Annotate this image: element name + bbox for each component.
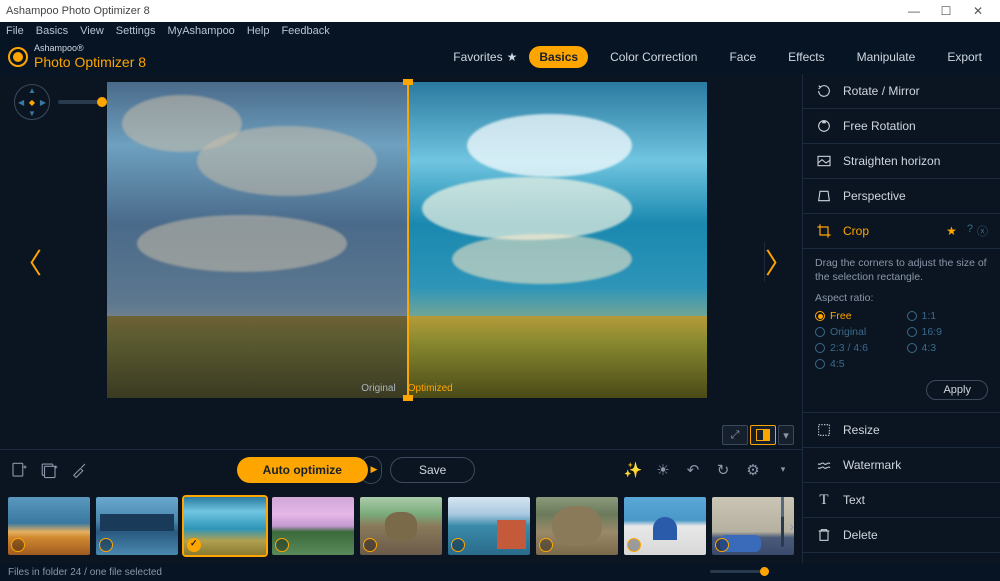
zoom-slider[interactable] (58, 100, 104, 104)
ratio-1-1[interactable]: 1:1 (907, 310, 989, 322)
ratio-4-5[interactable]: 4:5 (815, 358, 897, 370)
thumbnail[interactable] (8, 497, 90, 555)
thumbnail-strip: › (0, 489, 802, 563)
tab-face[interactable]: Face (719, 46, 766, 68)
ratio-free[interactable]: Free (815, 310, 897, 322)
menu-feedback[interactable]: Feedback (281, 25, 329, 37)
status-text: Files in folder 24 / one file selected (8, 567, 162, 578)
image-compare[interactable]: Original Optimized (107, 82, 707, 398)
ratio-4-3[interactable]: 4:3 (907, 342, 989, 354)
add-folder-icon[interactable] (38, 459, 60, 481)
aspect-ratio-label: Aspect ratio: (815, 292, 988, 304)
menu-file[interactable]: File (6, 25, 24, 37)
menu-basics[interactable]: Basics (36, 25, 68, 37)
window-titlebar: Ashampoo Photo Optimizer 8 ― ☐ ✕ (0, 0, 1000, 22)
thumb-zoom-slider[interactable] (710, 570, 766, 573)
crop-hint: Drag the corners to adjust the size of t… (815, 257, 988, 284)
tab-basics[interactable]: Basics (529, 46, 588, 68)
original-image (107, 82, 407, 398)
logo: Ashampoo® Photo Optimizer 8 (8, 44, 146, 70)
logo-icon (8, 47, 28, 67)
thumb-scroll-right[interactable]: › (789, 518, 794, 534)
gear-icon[interactable]: ⚙ (742, 459, 764, 481)
fullscreen-icon[interactable]: ⤢ (722, 425, 748, 445)
next-image-button[interactable]: 〉 (764, 242, 788, 282)
ratio-16-9[interactable]: 16:9 (907, 326, 989, 338)
tab-manipulate[interactable]: Manipulate (847, 46, 926, 68)
wand-icon[interactable]: ✨ (622, 459, 644, 481)
preview-area: ▲▼◀▶ 〈 〉 (0, 74, 802, 449)
minimize-button[interactable]: ― (898, 0, 930, 22)
split-view-icon[interactable] (750, 425, 776, 445)
optimized-image (407, 82, 707, 398)
tool-text[interactable]: T Text (803, 483, 1000, 518)
delete-icon (815, 526, 833, 544)
star-icon[interactable]: ★ (946, 224, 957, 238)
thumbnail[interactable] (624, 497, 706, 555)
rotate-icon (815, 82, 833, 100)
auto-optimize-button[interactable]: Auto optimize (237, 457, 368, 483)
brush-icon[interactable] (68, 459, 90, 481)
thumbnail[interactable] (448, 497, 530, 555)
star-icon: ★ (507, 50, 518, 64)
app-header: Ashampoo® Photo Optimizer 8 Favorites★ B… (0, 40, 1000, 74)
tab-effects[interactable]: Effects (778, 46, 834, 68)
menu-settings[interactable]: Settings (116, 25, 156, 37)
ratio-original[interactable]: Original (815, 326, 897, 338)
close-icon[interactable]: ⓧ (977, 223, 988, 239)
apply-button[interactable]: Apply (926, 380, 988, 400)
maximize-button[interactable]: ☐ (930, 0, 962, 22)
crop-icon (815, 222, 833, 240)
tool-delete[interactable]: Delete (803, 518, 1000, 553)
action-toolbar: Auto optimize ▶ Save ✨ ☀ ↶ ↻ ⚙ ▾ (0, 449, 802, 489)
brightness-icon[interactable]: ☀ (652, 459, 674, 481)
help-icon[interactable]: ? (967, 223, 973, 239)
tool-straighten-horizon[interactable]: Straighten horizon (803, 144, 1000, 179)
compare-slider[interactable] (407, 82, 409, 398)
close-button[interactable]: ✕ (962, 0, 994, 22)
brand-title: Photo Optimizer 8 (34, 54, 146, 70)
text-icon: T (815, 491, 833, 509)
menu-bar: File Basics View Settings MyAshampoo Hel… (0, 22, 1000, 40)
menu-view[interactable]: View (80, 25, 104, 37)
add-file-icon[interactable] (8, 459, 30, 481)
menu-myashampoo[interactable]: MyAshampoo (168, 25, 235, 37)
thumbnail[interactable] (536, 497, 618, 555)
thumbnail[interactable] (96, 497, 178, 555)
pan-control[interactable]: ▲▼◀▶ (14, 84, 50, 120)
window-title: Ashampoo Photo Optimizer 8 (6, 5, 150, 17)
tab-color-correction[interactable]: Color Correction (600, 46, 707, 68)
compare-labels: Original Optimized (361, 383, 452, 394)
redo-icon[interactable]: ↻ (712, 459, 734, 481)
prev-image-button[interactable]: 〈 (14, 242, 38, 282)
resize-icon (815, 421, 833, 439)
tab-export[interactable]: Export (937, 46, 992, 68)
menu-help[interactable]: Help (247, 25, 270, 37)
brand-sub: Ashampoo® (34, 44, 146, 54)
thumb-vscroll[interactable] (781, 497, 784, 547)
favorites-link[interactable]: Favorites★ (453, 50, 517, 64)
status-bar: Files in folder 24 / one file selected (0, 563, 1000, 581)
horizon-icon (815, 152, 833, 170)
watermark-icon (815, 456, 833, 474)
right-panel: Rotate / Mirror Free Rotation Straighten… (802, 74, 1000, 563)
save-button[interactable]: Save (390, 457, 475, 483)
tool-free-rotation[interactable]: Free Rotation (803, 109, 1000, 144)
tool-crop[interactable]: Crop ★ ?ⓧ (803, 214, 1000, 249)
perspective-icon (815, 187, 833, 205)
thumbnail[interactable] (272, 497, 354, 555)
undo-icon[interactable]: ↶ (682, 459, 704, 481)
tool-rotate-mirror[interactable]: Rotate / Mirror (803, 74, 1000, 109)
tool-perspective[interactable]: Perspective (803, 179, 1000, 214)
dropdown-icon[interactable]: ▾ (772, 459, 794, 481)
ratio-2-3[interactable]: 2:3 / 4:6 (815, 342, 897, 354)
tool-resize[interactable]: Resize (803, 413, 1000, 448)
crop-options: Drag the corners to adjust the size of t… (803, 249, 1000, 413)
thumbnail[interactable] (184, 497, 266, 555)
dropdown-view-icon[interactable]: ▾ (778, 425, 794, 445)
free-rotation-icon (815, 117, 833, 135)
thumbnail[interactable] (360, 497, 442, 555)
tool-watermark[interactable]: Watermark (803, 448, 1000, 483)
